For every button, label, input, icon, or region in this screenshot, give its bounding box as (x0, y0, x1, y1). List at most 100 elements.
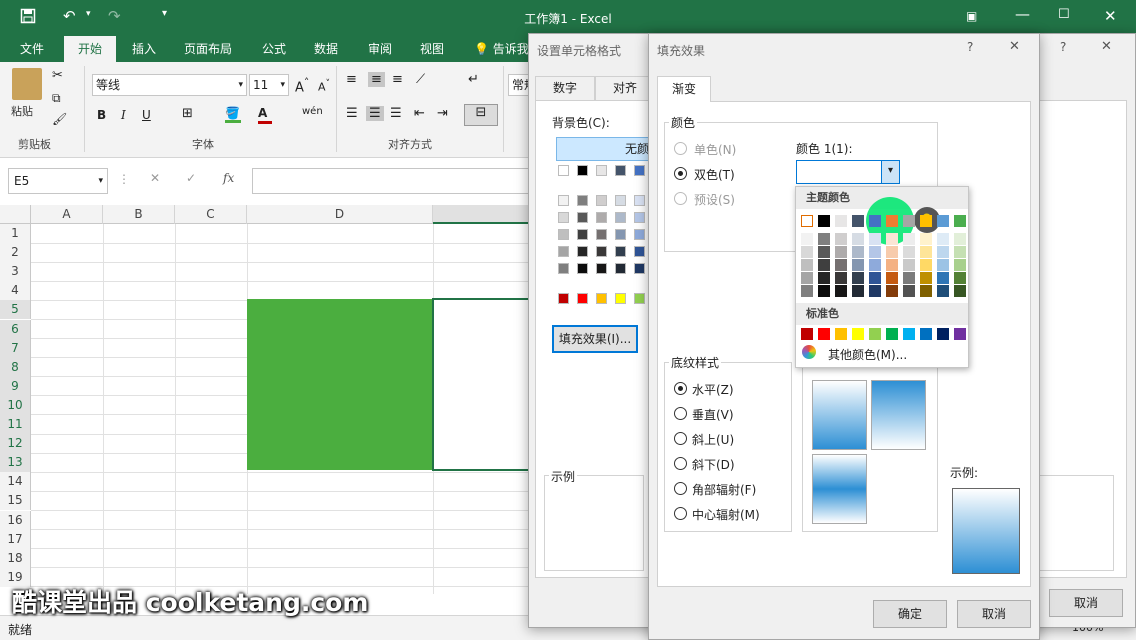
theme-shade-swatch[interactable] (886, 285, 898, 297)
help-icon[interactable]: ? (967, 40, 973, 54)
standard-color-swatch[interactable] (920, 328, 932, 340)
ok-button[interactable]: 确定 (873, 600, 947, 628)
bg-color-swatch[interactable] (596, 212, 607, 223)
theme-shade-swatch[interactable] (801, 272, 813, 284)
bg-color-swatch[interactable] (634, 229, 645, 240)
theme-shade-swatch[interactable] (937, 285, 949, 297)
standard-color-swatch[interactable] (818, 328, 830, 340)
bg-color-swatch[interactable] (615, 165, 626, 176)
tab-review[interactable]: 审阅 (366, 36, 394, 62)
formula-input[interactable] (252, 168, 542, 194)
bg-color-swatch[interactable] (596, 229, 607, 240)
bg-color-swatch[interactable] (596, 195, 607, 206)
theme-shade-swatch[interactable] (818, 285, 830, 297)
theme-shade-swatch[interactable] (903, 259, 915, 271)
row-header-3[interactable]: 3 (0, 262, 31, 282)
row-header-8[interactable]: 8 (0, 357, 31, 377)
no-color-button[interactable]: 无颜 (556, 137, 656, 161)
row-header-5[interactable]: 5 (0, 300, 31, 320)
column-header-a[interactable]: A (31, 205, 103, 224)
bg-color-swatch[interactable] (558, 195, 569, 206)
theme-shade-swatch[interactable] (835, 233, 847, 245)
name-box[interactable]: E5 ▾ (8, 168, 108, 194)
theme-shade-swatch[interactable] (937, 233, 949, 245)
theme-shade-swatch[interactable] (801, 285, 813, 297)
column-header-b[interactable]: B (103, 205, 175, 224)
row-header-9[interactable]: 9 (0, 376, 31, 396)
bg-color-swatch[interactable] (615, 195, 626, 206)
standard-color-swatch[interactable] (869, 328, 881, 340)
border-icon[interactable]: ⊞ (182, 106, 193, 121)
bg-color-swatch[interactable] (615, 229, 626, 240)
variant-3[interactable] (812, 454, 867, 524)
standard-color-swatch[interactable] (852, 328, 864, 340)
theme-shade-swatch[interactable] (954, 233, 966, 245)
row-header-6[interactable]: 6 (0, 319, 31, 339)
paste-button[interactable]: 粘贴 (10, 102, 34, 120)
more-colors-link[interactable]: 其他颜色(M)... (828, 346, 907, 363)
tab-view[interactable]: 视图 (418, 36, 446, 62)
fill-color-button[interactable]: 🪣 (225, 106, 243, 123)
theme-shade-swatch[interactable] (818, 272, 830, 284)
align-right-icon[interactable]: ☰ (390, 106, 402, 121)
insert-function-button[interactable]: fx (223, 171, 234, 185)
theme-color-swatch[interactable] (903, 215, 915, 227)
column-header-d[interactable]: D (247, 205, 433, 224)
close-icon[interactable]: ✕ (1101, 39, 1112, 54)
theme-shade-swatch[interactable] (920, 285, 932, 297)
bg-standard-swatch[interactable] (558, 293, 569, 304)
theme-shade-swatch[interactable] (835, 259, 847, 271)
decrease-font-icon[interactable]: A˅ (318, 78, 330, 94)
select-all-corner[interactable] (0, 205, 31, 224)
increase-indent-icon[interactable]: ⇥ (437, 106, 448, 121)
variant-1[interactable] (812, 380, 867, 450)
radio-preset[interactable] (674, 192, 687, 205)
theme-shade-swatch[interactable] (869, 272, 881, 284)
theme-shade-swatch[interactable] (801, 259, 813, 271)
theme-color-swatch[interactable] (920, 215, 932, 227)
theme-shade-swatch[interactable] (869, 259, 881, 271)
bg-color-swatch[interactable] (596, 246, 607, 257)
row-header-16[interactable]: 16 (0, 510, 31, 530)
theme-shade-swatch[interactable] (954, 246, 966, 258)
align-left-icon[interactable]: ☰ (346, 106, 358, 121)
tab-alignment[interactable]: 对齐 (595, 76, 655, 100)
close-icon[interactable]: ✕ (1009, 39, 1020, 54)
ribbon-display-icon[interactable]: ▣ (966, 9, 977, 23)
theme-shade-swatch[interactable] (869, 233, 881, 245)
radio-shading-1[interactable] (674, 382, 687, 395)
bg-color-swatch[interactable] (634, 195, 645, 206)
tab-data[interactable]: 数据 (312, 36, 340, 62)
standard-color-swatch[interactable] (903, 328, 915, 340)
fill-effects-button[interactable]: 填充效果(I)... (552, 325, 638, 353)
bg-color-swatch[interactable] (634, 165, 645, 176)
bg-color-swatch[interactable] (615, 246, 626, 257)
tab-file[interactable]: 文件 (18, 36, 46, 62)
theme-shade-swatch[interactable] (801, 233, 813, 245)
radio-shading-2[interactable] (674, 407, 687, 420)
selected-cell-range[interactable] (432, 298, 542, 471)
confirm-entry-icon[interactable]: ✓ (186, 171, 196, 185)
wrap-text-icon[interactable]: ↵ (468, 72, 479, 87)
theme-shade-swatch[interactable] (818, 233, 830, 245)
theme-color-swatch[interactable] (869, 215, 881, 227)
radio-shading-3[interactable] (674, 432, 687, 445)
standard-color-swatch[interactable] (801, 328, 813, 340)
bg-color-swatch[interactable] (634, 263, 645, 274)
bg-color-swatch[interactable] (634, 246, 645, 257)
theme-shade-swatch[interactable] (920, 246, 932, 258)
theme-shade-swatch[interactable] (852, 285, 864, 297)
bg-color-swatch[interactable] (558, 212, 569, 223)
standard-color-swatch[interactable] (835, 328, 847, 340)
theme-shade-swatch[interactable] (903, 285, 915, 297)
theme-shade-swatch[interactable] (852, 272, 864, 284)
align-middle-icon[interactable]: ≡ (368, 72, 385, 87)
decrease-indent-icon[interactable]: ⇤ (414, 106, 425, 121)
close-icon[interactable]: ✕ (1104, 7, 1117, 25)
theme-shade-swatch[interactable] (903, 272, 915, 284)
row-header-12[interactable]: 12 (0, 434, 31, 454)
cancel-button[interactable]: 取消 (957, 600, 1031, 628)
align-top-icon[interactable]: ≡ (346, 72, 357, 87)
row-header-2[interactable]: 2 (0, 243, 31, 263)
theme-shade-swatch[interactable] (818, 246, 830, 258)
